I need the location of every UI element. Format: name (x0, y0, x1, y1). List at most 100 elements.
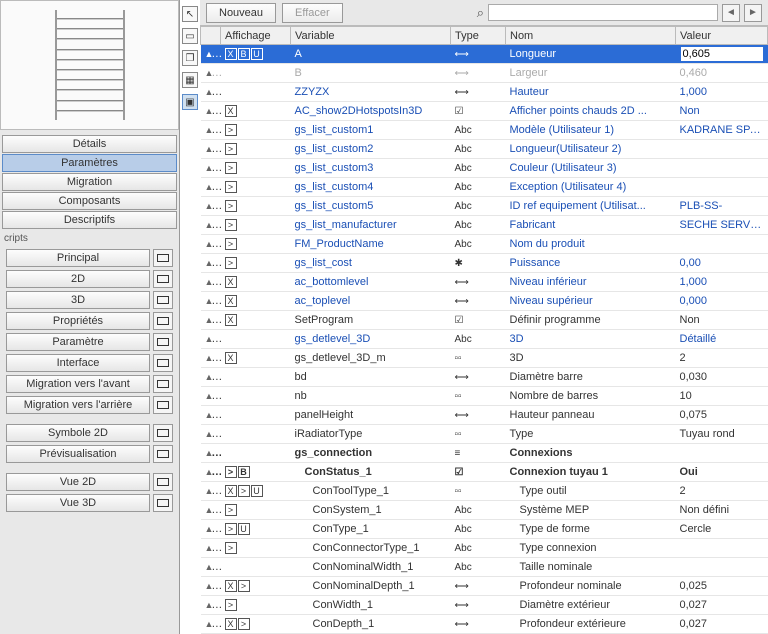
name-cell[interactable]: Afficher points chauds 2D ... (506, 102, 676, 121)
display-flag->[interactable]: > (225, 257, 237, 269)
name-cell[interactable]: Exception (Utilisateur 4) (506, 178, 676, 197)
display-flag->[interactable]: > (225, 162, 237, 174)
sidebar-tab-4[interactable]: Descriptifs (2, 211, 177, 229)
param-row-11[interactable]: ▲▼>gs_list_cost✱Puissance0,00 (201, 254, 768, 273)
param-row-0[interactable]: ▲▼XBUA⟷Longueur (201, 45, 768, 64)
name-cell[interactable]: ID ref equipement (Utilisat... (506, 197, 676, 216)
variable-cell[interactable]: ConWidth_1 (291, 596, 451, 615)
param-row-5[interactable]: ▲▼>gs_list_custom2AbcLongueur(Utilisateu… (201, 140, 768, 159)
value-cell[interactable]: 10 (676, 387, 768, 406)
name-cell[interactable]: Longueur (506, 45, 676, 64)
display-flag-X[interactable]: X (225, 580, 237, 592)
name-cell[interactable]: Connexions (506, 444, 676, 463)
param-row-30[interactable]: ▲▼X>ConDepth_1⟷Profondeur extérieure0,02… (201, 615, 768, 634)
name-cell[interactable]: Nombre de barres (506, 387, 676, 406)
display-flag-B[interactable]: B (238, 48, 250, 60)
value-cell[interactable] (676, 235, 768, 254)
value-cell[interactable]: 0,027 (676, 596, 768, 615)
scripts-list-icon-2[interactable] (153, 291, 173, 309)
variable-cell[interactable]: nb (291, 387, 451, 406)
value-cell[interactable]: 2 (676, 482, 768, 501)
variable-cell[interactable]: gs_connection (291, 444, 451, 463)
value-cell[interactable] (676, 558, 768, 577)
value-cell[interactable] (676, 140, 768, 159)
tool-box-icon[interactable]: ▭ (182, 28, 198, 44)
reorder-handle[interactable]: ▲▼ (205, 580, 221, 592)
variable-cell[interactable]: ConType_1 (291, 520, 451, 539)
extras-list-btn-0[interactable]: Symbole 2D (6, 424, 150, 442)
name-cell[interactable]: Hauteur panneau (506, 406, 676, 425)
reorder-handle[interactable]: ▲▼ (205, 314, 221, 326)
param-row-20[interactable]: ▲▼iRadiatorType▫▫TypeTuyau rond (201, 425, 768, 444)
value-cell[interactable]: 0,000 (676, 292, 768, 311)
sidebar-tab-3[interactable]: Composants (2, 192, 177, 210)
value-cell[interactable] (676, 539, 768, 558)
display-flag->[interactable]: > (225, 599, 237, 611)
views-list-icon-0[interactable] (153, 473, 173, 491)
param-row-24[interactable]: ▲▼>ConSystem_1AbcSystème MEPNon défini (201, 501, 768, 520)
name-cell[interactable]: Profondeur extérieure (506, 615, 676, 634)
variable-cell[interactable]: gs_list_cost (291, 254, 451, 273)
parameters-grid[interactable]: Affichage Variable Type Nom Valeur ▲▼XBU… (200, 26, 768, 634)
display-flag->[interactable]: > (225, 504, 237, 516)
value-cell[interactable] (676, 159, 768, 178)
display-flag->[interactable]: > (225, 542, 237, 554)
tool-grid-icon[interactable]: ▦ (182, 72, 198, 88)
reorder-handle[interactable]: ▲▼ (205, 561, 221, 573)
scripts-list-btn-3[interactable]: Propriétés (6, 312, 150, 330)
value-cell[interactable]: KADRANE SPA - KAR (676, 121, 768, 140)
display-flag-U[interactable]: U (238, 523, 250, 535)
name-cell[interactable]: Largeur (506, 64, 676, 83)
param-row-27[interactable]: ▲▼ConNominalWidth_1AbcTaille nominale (201, 558, 768, 577)
clear-button[interactable]: Effacer (282, 3, 343, 23)
reorder-handle[interactable]: ▲▼ (205, 200, 221, 212)
variable-cell[interactable]: FM_ProductName (291, 235, 451, 254)
reorder-handle[interactable]: ▲▼ (205, 124, 221, 136)
views-list-btn-0[interactable]: Vue 2D (6, 473, 150, 491)
value-cell[interactable]: SECHE SERVIETTE (676, 216, 768, 235)
param-row-26[interactable]: ▲▼>ConConnectorType_1AbcType connexion (201, 539, 768, 558)
reorder-handle[interactable]: ▲▼ (205, 542, 221, 554)
value-cell[interactable]: Détaillé (676, 330, 768, 349)
name-cell[interactable]: Système MEP (506, 501, 676, 520)
name-cell[interactable]: Diamètre barre (506, 368, 676, 387)
display-flag-X[interactable]: X (225, 485, 237, 497)
param-row-9[interactable]: ▲▼>gs_list_manufacturerAbcFabricantSECHE… (201, 216, 768, 235)
scripts-list-icon-6[interactable] (153, 375, 173, 393)
reorder-handle[interactable]: ▲▼ (205, 48, 221, 60)
tool-arrow-icon[interactable]: ↖ (182, 6, 198, 22)
param-row-28[interactable]: ▲▼X>ConNominalDepth_1⟷Profondeur nominal… (201, 577, 768, 596)
value-cell[interactable]: 1,000 (676, 83, 768, 102)
variable-cell[interactable]: gs_list_custom4 (291, 178, 451, 197)
name-cell[interactable]: Diamètre extérieur (506, 596, 676, 615)
tool-frame-icon[interactable]: ▣ (182, 94, 198, 110)
variable-cell[interactable]: ConNominalWidth_1 (291, 558, 451, 577)
param-row-21[interactable]: ▲▼gs_connection≡Connexions (201, 444, 768, 463)
variable-cell[interactable]: ConDepth_1 (291, 615, 451, 634)
value-cell[interactable] (676, 45, 768, 64)
value-cell[interactable]: Non (676, 311, 768, 330)
param-row-2[interactable]: ▲▼ZZYZX⟷Hauteur1,000 (201, 83, 768, 102)
views-list-icon-1[interactable] (153, 494, 173, 512)
param-row-7[interactable]: ▲▼>gs_list_custom4AbcException (Utilisat… (201, 178, 768, 197)
scripts-list-btn-1[interactable]: 2D (6, 270, 150, 288)
display-flag-X[interactable]: X (225, 618, 237, 630)
reorder-handle[interactable]: ▲▼ (205, 143, 221, 155)
header-type[interactable]: Type (451, 27, 506, 45)
name-cell[interactable]: Puissance (506, 254, 676, 273)
param-row-6[interactable]: ▲▼>gs_list_custom3AbcCouleur (Utilisateu… (201, 159, 768, 178)
variable-cell[interactable]: AC_show2DHotspotsIn3D (291, 102, 451, 121)
display-flag-X[interactable]: X (225, 276, 237, 288)
name-cell[interactable]: Modèle (Utilisateur 1) (506, 121, 676, 140)
variable-cell[interactable]: gs_list_manufacturer (291, 216, 451, 235)
param-row-12[interactable]: ▲▼Xac_bottomlevel⟷Niveau inférieur1,000 (201, 273, 768, 292)
value-input[interactable] (680, 46, 764, 62)
header-valeur[interactable]: Valeur (676, 27, 768, 45)
name-cell[interactable]: Longueur(Utilisateur 2) (506, 140, 676, 159)
variable-cell[interactable]: gs_list_custom2 (291, 140, 451, 159)
param-row-23[interactable]: ▲▼X>UConToolType_1▫▫Type outil2 (201, 482, 768, 501)
next-button[interactable]: ► (744, 4, 762, 22)
new-button[interactable]: Nouveau (206, 3, 276, 23)
param-row-22[interactable]: ▲▼>BConStatus_1☑Connexion tuyau 1Oui (201, 463, 768, 482)
value-cell[interactable]: PLB-SS- (676, 197, 768, 216)
